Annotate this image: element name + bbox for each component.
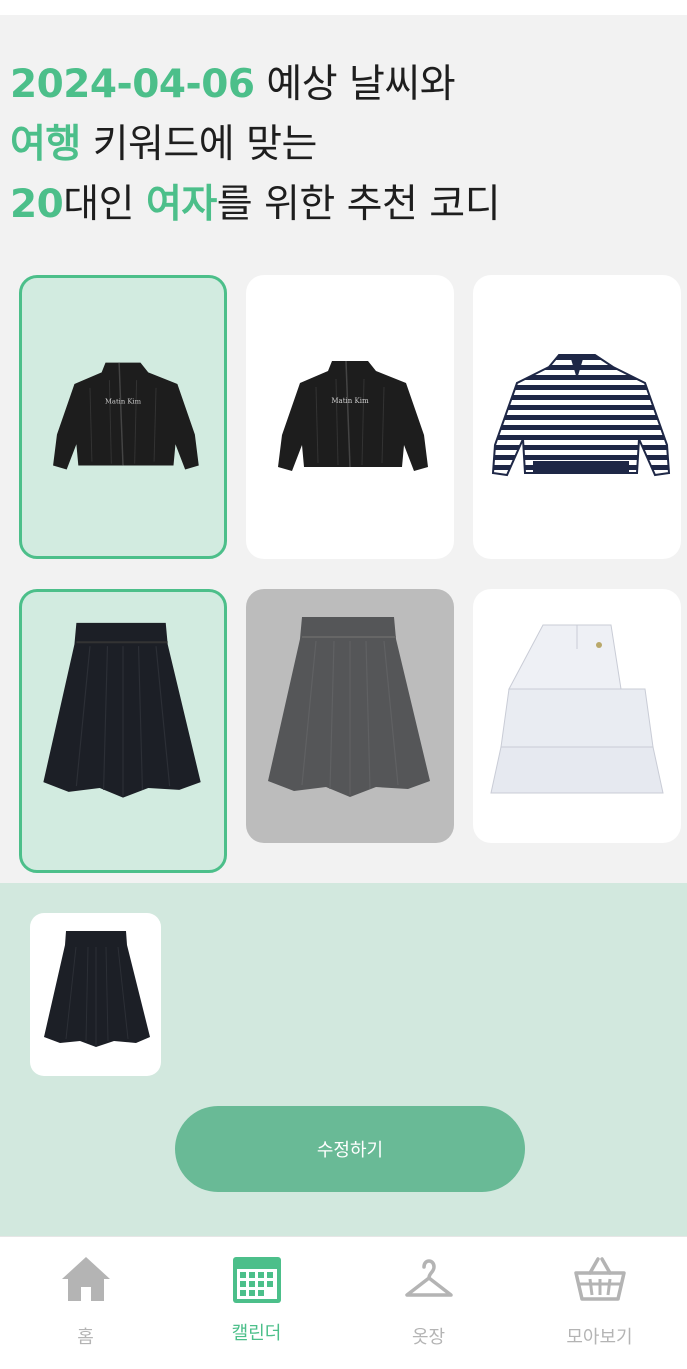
jacket-brand-text: Matin Kim xyxy=(105,397,142,405)
nav-home[interactable]: 홈 xyxy=(0,1237,171,1369)
black-jacket-card[interactable]: Matin Kim xyxy=(246,275,454,559)
headline-line-3: 20대인 여자를 위한 추천 코디 xyxy=(10,182,501,227)
white-tiered-skirt-card[interactable] xyxy=(473,589,681,843)
headline-line-1: 2024-04-06 예상 날씨와 xyxy=(10,62,456,107)
black-jacket-image: Matin Kim xyxy=(53,362,199,470)
nav-collection-label: 모아보기 xyxy=(566,1327,633,1348)
black-skirt-thumb-image xyxy=(44,931,150,1047)
selected-items-panel: 수정하기 xyxy=(0,883,687,1236)
nav-home-label: 홈 xyxy=(77,1327,94,1348)
hanger-icon xyxy=(404,1259,453,1297)
black-skirt-card-selected[interactable] xyxy=(19,589,227,873)
black-jacket-image: Matin Kim xyxy=(278,360,428,471)
nav-closet-label: 옷장 xyxy=(411,1327,446,1348)
bottom-nav: 홈 캘린더 옷장 모아보기 xyxy=(0,1236,687,1369)
black-skirt-image xyxy=(43,622,201,798)
page-title: 2024-04-06 예상 날씨와 여행 키워드에 맞는 20대인 여자를 위한… xyxy=(10,55,501,235)
striped-sweater-card[interactable] xyxy=(473,275,681,559)
edit-button[interactable]: 수정하기 xyxy=(175,1106,525,1192)
nav-collection[interactable]: 모아보기 xyxy=(514,1237,685,1369)
age-highlight: 20 xyxy=(10,182,64,227)
date-highlight: 2024-04-06 xyxy=(10,62,255,107)
home-icon xyxy=(61,1257,110,1301)
headline-line-2: 여행 키워드에 맞는 xyxy=(10,122,317,167)
nav-calendar[interactable]: 캘린더 xyxy=(171,1237,342,1369)
nav-calendar-label: 캘린더 xyxy=(231,1323,282,1344)
basket-icon xyxy=(573,1257,626,1301)
gray-skirt-image xyxy=(268,617,430,797)
selected-thumb-black-skirt[interactable] xyxy=(30,913,161,1076)
white-tiered-skirt-image xyxy=(490,624,664,794)
gender-highlight: 여자 xyxy=(145,182,217,227)
jacket-brand-text: Matin Kim xyxy=(331,397,369,405)
keyword-highlight: 여행 xyxy=(10,122,81,167)
calendar-icon xyxy=(232,1257,281,1303)
striped-sweater-image xyxy=(491,354,671,477)
recommendation-area: 2024-04-06 예상 날씨와 여행 키워드에 맞는 20대인 여자를 위한… xyxy=(0,15,687,883)
gray-skirt-card-dimmed[interactable] xyxy=(246,589,454,843)
status-strip xyxy=(0,0,687,15)
black-jacket-card-selected[interactable]: Matin Kim xyxy=(19,275,227,559)
nav-closet[interactable]: 옷장 xyxy=(343,1237,514,1369)
